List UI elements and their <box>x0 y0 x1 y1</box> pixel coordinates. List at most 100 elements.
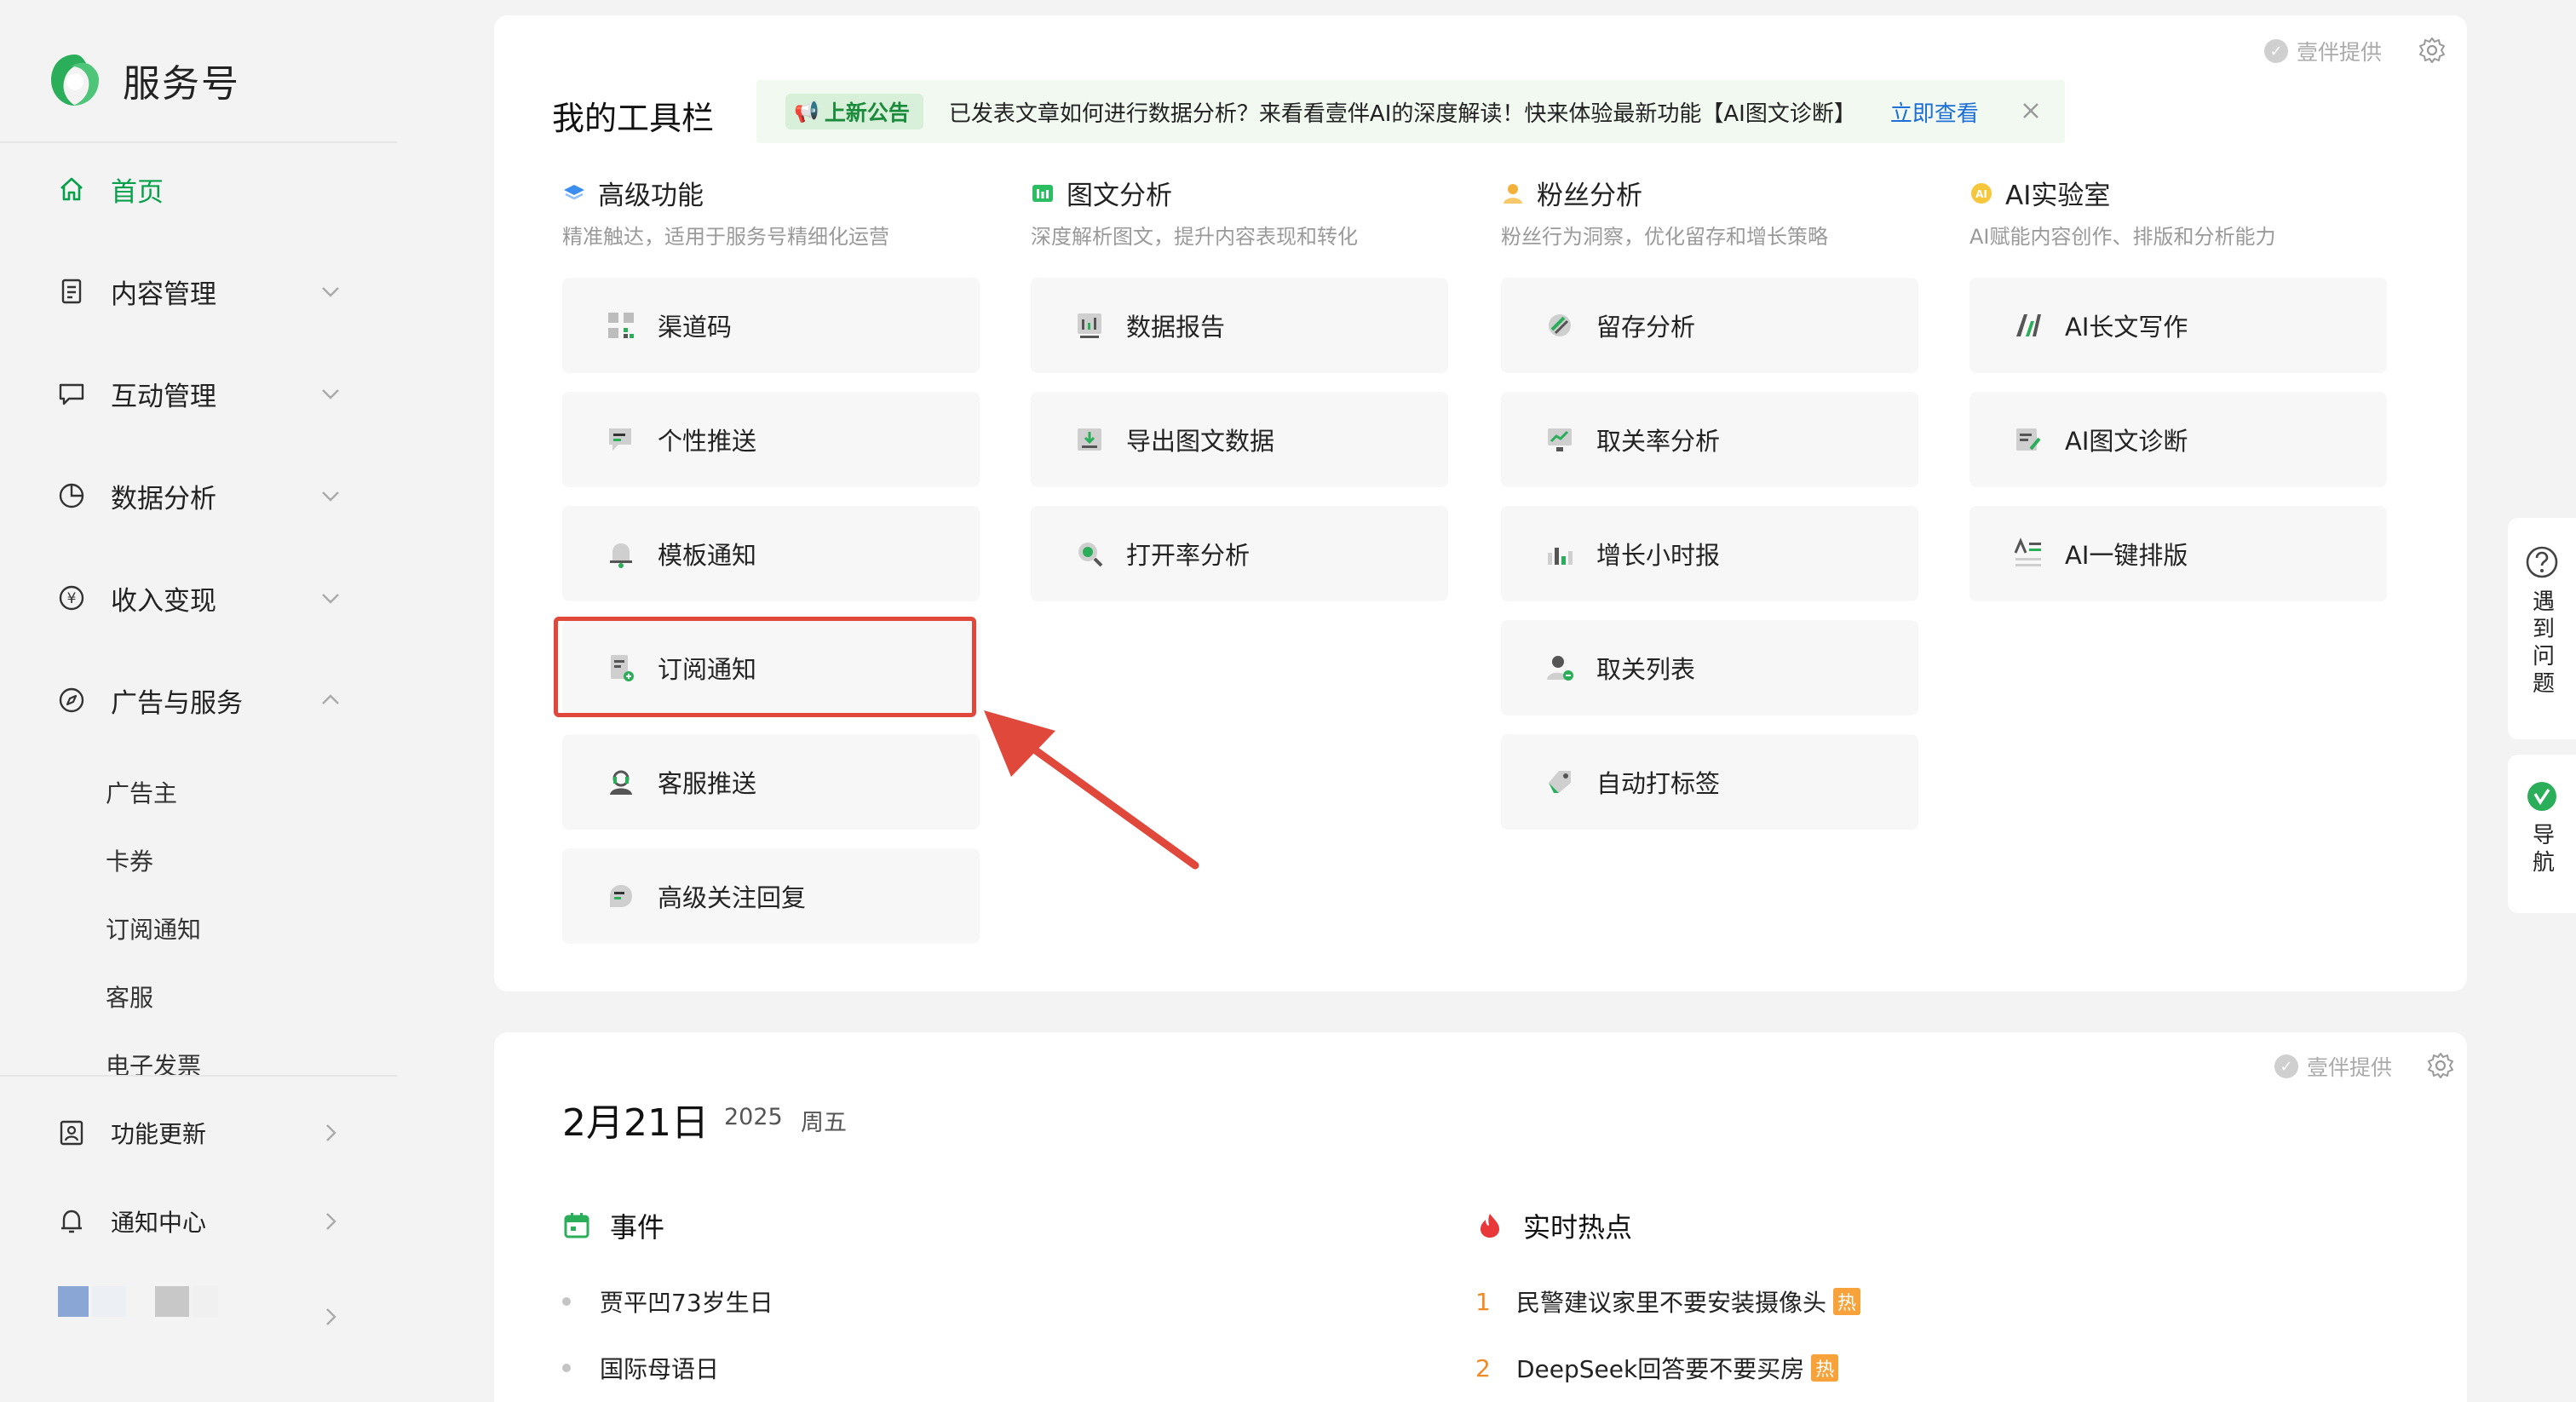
tool-growth-hourly-report[interactable]: 增长小时报 <box>1501 506 1918 601</box>
chevron-up-icon <box>322 694 339 704</box>
bell-icon <box>55 1204 89 1238</box>
sidebar-subitem-subscription-notice[interactable]: 订阅通知 <box>106 911 201 945</box>
sidebar-item-label: 互动管理 <box>111 381 216 412</box>
ai-layout-icon <box>2014 537 2041 566</box>
sidebar-subitem-coupons[interactable]: 卡券 <box>106 843 153 877</box>
sidebar-item-home[interactable]: 首页 <box>55 164 344 215</box>
gear-icon[interactable] <box>2426 1051 2455 1080</box>
chevron-down-icon <box>322 594 339 604</box>
sidebar-item-notification-center[interactable]: 通知中心 <box>55 1196 344 1247</box>
gear-icon[interactable] <box>2418 36 2447 65</box>
check-icon: ✓ <box>2264 39 2288 63</box>
tool-export-article-data[interactable]: 导出图文数据 <box>1031 392 1448 487</box>
tool-channel-code[interactable]: 渠道码 <box>562 278 980 373</box>
account-name-blur <box>155 1286 189 1317</box>
check-icon: ✓ <box>2274 1054 2298 1078</box>
tool-customer-service-push[interactable]: 客服推送 <box>562 734 980 830</box>
sidebar-divider <box>0 141 397 143</box>
tool-label: 留存分析 <box>1596 313 1696 342</box>
sidebar-item-label: 数据分析 <box>111 483 216 514</box>
chevron-right-icon <box>326 1308 336 1325</box>
hot-badge: 热 <box>1811 1354 1839 1382</box>
tool-ai-long-form-writing[interactable]: AI长文写作 <box>1969 278 2387 373</box>
ai-diagnosis-icon <box>2016 428 2041 451</box>
column-desc: 粉丝行为洞察，优化留存和增长策略 <box>1501 225 1828 249</box>
tool-ai-article-diagnosis[interactable]: AI图文诊断 <box>1969 392 2387 487</box>
flame-icon <box>1481 1214 1499 1238</box>
tool-subscription-notice[interactable]: 订阅通知 <box>562 620 980 715</box>
hot-topic-item[interactable]: 2 DeepSeek回答要不要买房 热 <box>1475 1351 1839 1385</box>
provider-text: 壹伴提供 <box>2307 1055 2393 1080</box>
megaphone-icon: 📢 <box>794 100 819 124</box>
tool-label: 客服推送 <box>658 769 757 798</box>
sidebar-item-feature-updates[interactable]: 功能更新 <box>55 1107 344 1158</box>
provider-text: 壹伴提供 <box>2297 40 2383 65</box>
tool-advanced-follow-reply[interactable]: 高级关注回复 <box>562 848 980 944</box>
yuan-icon: ¥ <box>55 581 89 615</box>
tool-label: AI图文诊断 <box>2065 427 2188 456</box>
sidebar-subitem-customer-service[interactable]: 客服 <box>106 980 153 1014</box>
column-title: 图文分析 <box>1067 181 1172 211</box>
report-chart-icon <box>1078 313 1101 338</box>
tool-personalized-push[interactable]: 个性推送 <box>562 392 980 487</box>
logo[interactable]: 服务号 <box>48 49 240 111</box>
user-icon <box>1504 183 1522 204</box>
sidebar-item-label: 通知中心 <box>111 1209 207 1237</box>
subscription-doc-icon <box>611 655 634 681</box>
bell-icon <box>610 543 632 568</box>
column-head-article-analysis: 图文分析 <box>1031 174 1172 212</box>
tool-template-notice[interactable]: 模板通知 <box>562 506 980 601</box>
close-icon[interactable] <box>2019 99 2043 123</box>
chevron-down-icon <box>322 491 339 502</box>
tool-open-rate-analysis[interactable]: 打开率分析 <box>1031 506 1448 601</box>
hot-topics-title: 实时热点 <box>1523 1211 1633 1244</box>
tool-label: 取关率分析 <box>1596 427 1721 456</box>
account-switcher[interactable] <box>55 1286 344 1337</box>
toolbar-title: 我的工具栏 <box>552 100 715 137</box>
question-icon <box>2526 546 2558 578</box>
retention-icon <box>1549 314 1571 336</box>
sidebar: 服务号 首页 内容管理 互动管理 数据分析 ¥ 收入变现 广告与服务 广告主 卡… <box>0 0 397 1402</box>
sidebar-item-ads-services[interactable]: 广告与服务 <box>55 675 344 726</box>
navigation-float-button[interactable]: 导航 <box>2508 755 2576 913</box>
tool-auto-tagging[interactable]: 自动打标签 <box>1501 734 1918 830</box>
calendar-card: ✓ 壹伴提供 2月21日 2025 周五 事件 贾平凹73岁生日 国际母语日 实… <box>494 1032 2467 1402</box>
account-avatar <box>58 1286 89 1317</box>
column-head-fan-analysis: 粉丝分析 <box>1501 174 1642 212</box>
chevron-down-icon <box>322 389 339 399</box>
hot-badge: 热 <box>1833 1288 1861 1315</box>
service-account-logo-icon <box>51 55 99 106</box>
sidebar-item-interaction[interactable]: 互动管理 <box>55 368 344 419</box>
sidebar-item-content[interactable]: 内容管理 <box>55 266 344 317</box>
column-head-ai-lab: AI AI实验室 <box>1969 174 2110 212</box>
bullet-dot <box>562 1364 571 1372</box>
sidebar-subitem-advertiser[interactable]: 广告主 <box>106 775 177 809</box>
tool-retention-analysis[interactable]: 留存分析 <box>1501 278 1918 373</box>
update-icon <box>55 1116 89 1150</box>
qr-code-icon <box>608 313 634 338</box>
sidebar-item-monetization[interactable]: ¥ 收入变现 <box>55 572 344 623</box>
message-icon <box>609 428 631 451</box>
hot-topic-item[interactable]: 1 民警建议家里不要安装摄像头 热 <box>1475 1284 1861 1319</box>
event-item[interactable]: 贾平凹73岁生日 <box>562 1284 773 1319</box>
event-text: 国际母语日 <box>600 1355 720 1383</box>
tool-label: 订阅通知 <box>658 655 757 684</box>
sidebar-item-data-analysis[interactable]: 数据分析 <box>55 470 344 521</box>
tool-unfollow-list[interactable]: 取关列表 <box>1501 620 1918 715</box>
tool-data-report[interactable]: 数据报告 <box>1031 278 1448 373</box>
tool-label: 打开率分析 <box>1126 541 1251 570</box>
monitor-chart-icon <box>1548 428 1572 451</box>
account-name-blur <box>92 1286 126 1317</box>
sidebar-item-label: 首页 <box>111 176 164 208</box>
tool-label: 取关列表 <box>1596 655 1696 684</box>
column-desc: 深度解析图文，提升内容表现和转化 <box>1031 225 1358 249</box>
compass-icon <box>55 683 89 717</box>
calendar-weekday: 周五 <box>801 1110 847 1136</box>
help-float-button[interactable]: 遇到问题 <box>2508 518 2576 739</box>
view-now-link[interactable]: 立即查看 <box>1890 96 1979 128</box>
event-item[interactable]: 国际母语日 <box>562 1351 719 1385</box>
tool-unfollow-rate-analysis[interactable]: 取关率分析 <box>1501 392 1918 487</box>
tool-ai-one-click-layout[interactable]: AI一键排版 <box>1969 506 2387 601</box>
event-text: 贾平凹73岁生日 <box>600 1289 773 1317</box>
sidebar-subitem-e-invoice[interactable]: 电子发票 <box>106 1048 201 1082</box>
